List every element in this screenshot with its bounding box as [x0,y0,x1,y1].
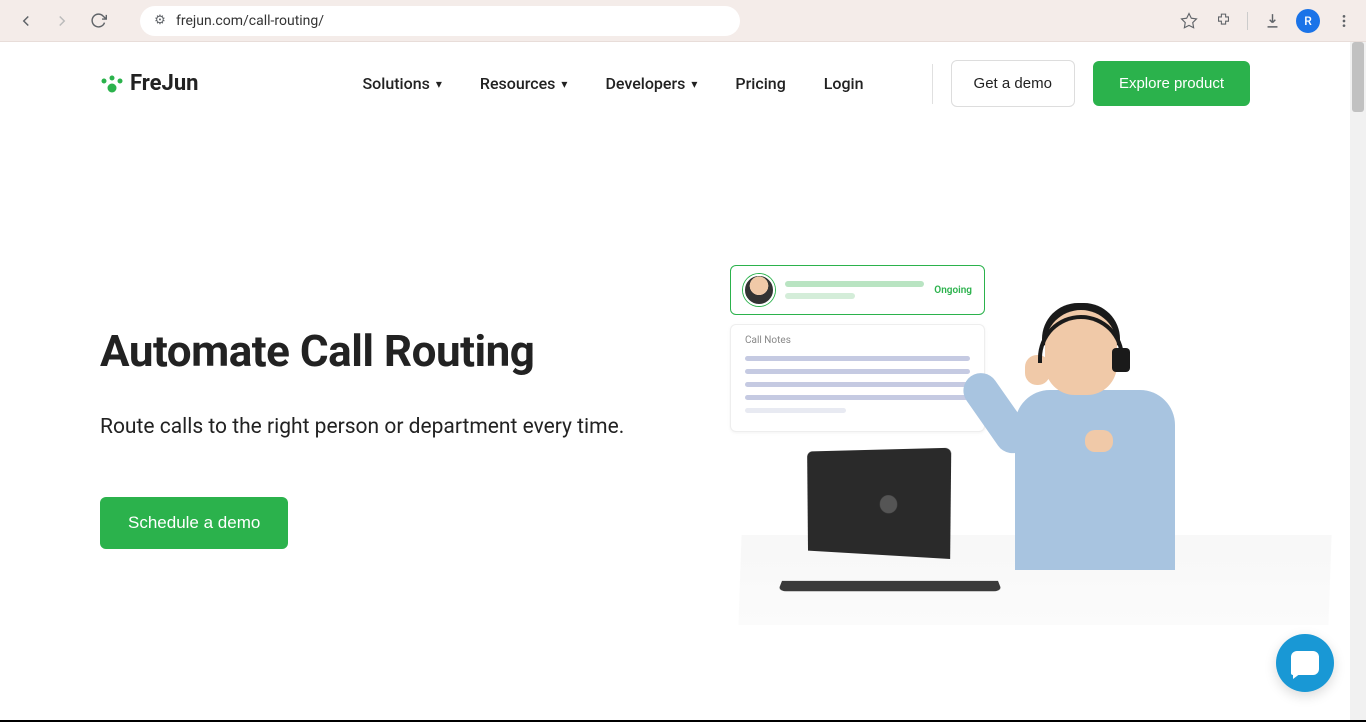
chat-widget[interactable] [1276,634,1334,692]
download-icon[interactable] [1262,11,1282,31]
back-button[interactable] [12,7,40,35]
browser-toolbar: ⚙ frejun.com/call-routing/ R [0,0,1366,42]
nav-resources[interactable]: Resources ▾ [480,74,568,93]
logo-text: FreJun [130,71,198,96]
nav-pricing[interactable]: Pricing [735,74,785,93]
explore-product-button[interactable]: Explore product [1093,61,1250,106]
site-settings-icon[interactable]: ⚙ [152,13,168,29]
chat-icon [1291,651,1319,675]
site-header: FreJun Solutions ▾ Resources ▾ Developer… [0,42,1350,125]
main-nav: Solutions ▾ Resources ▾ Developers ▾ Pri… [362,60,1250,107]
nav-developers[interactable]: Developers ▾ [605,74,697,93]
placeholder-line [745,408,846,413]
scrollbar-thumb[interactable] [1352,42,1364,112]
logo[interactable]: FreJun [100,71,198,96]
hero-section: Automate Call Routing Route calls to the… [0,125,1350,625]
placeholder-line [785,293,855,299]
nav-divider [932,64,933,104]
laptop-illustration [780,450,1000,595]
chevron-down-icon: ▾ [436,77,442,91]
nav-login[interactable]: Login [824,74,864,93]
hero-subtitle: Route calls to the right person or depar… [100,415,690,439]
caller-avatar [743,274,775,306]
placeholder-line [785,281,924,287]
chevron-down-icon: ▾ [561,77,567,91]
page-content: FreJun Solutions ▾ Resources ▾ Developer… [0,42,1350,720]
profile-avatar[interactable]: R [1296,9,1320,33]
schedule-demo-button[interactable]: Schedule a demo [100,497,288,549]
menu-icon[interactable] [1334,11,1354,31]
nav-solutions[interactable]: Solutions ▾ [362,74,441,93]
url-text: frejun.com/call-routing/ [176,13,324,29]
forward-button[interactable] [48,7,76,35]
extensions-icon[interactable] [1213,11,1233,31]
chevron-down-icon: ▾ [691,77,697,91]
scrollbar[interactable] [1350,42,1366,720]
toolbar-divider [1247,12,1248,30]
reload-button[interactable] [84,7,112,35]
logo-icon [100,75,124,93]
bookmark-icon[interactable] [1179,11,1199,31]
hero-illustration: Ongoing Call Notes [730,265,1250,625]
get-demo-button[interactable]: Get a demo [951,60,1075,107]
hero-text: Automate Call Routing Route calls to the… [100,265,690,549]
hero-title: Automate Call Routing [100,325,690,377]
person-illustration [920,265,1250,625]
address-bar[interactable]: ⚙ frejun.com/call-routing/ [140,6,740,36]
